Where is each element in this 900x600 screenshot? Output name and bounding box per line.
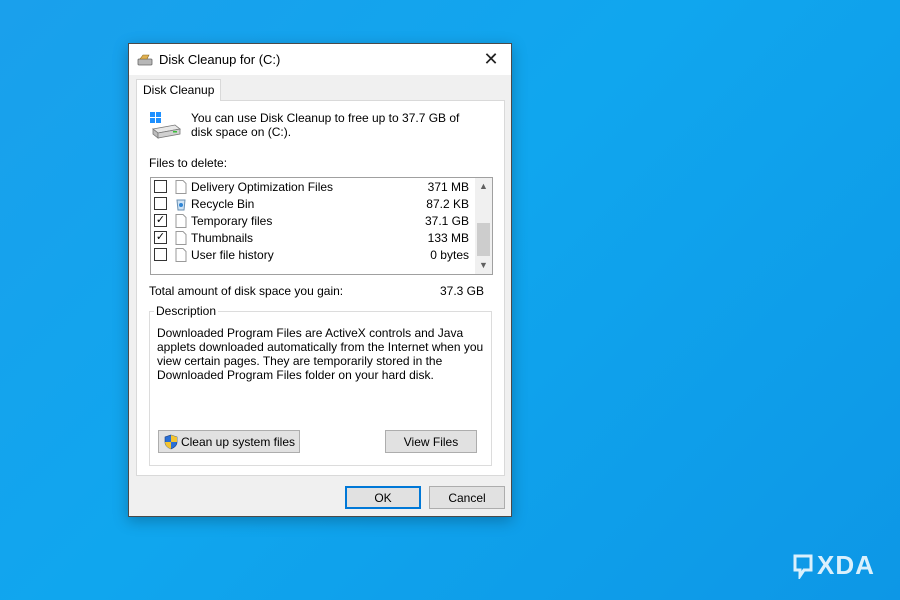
clean-up-system-files-button[interactable]: Clean up system files bbox=[158, 430, 300, 453]
list-item[interactable]: Recycle Bin 87.2 KB bbox=[151, 195, 474, 212]
item-size: 0 bytes bbox=[430, 247, 469, 262]
list-scrollbar[interactable]: ▲ ▼ bbox=[475, 178, 492, 274]
list-item[interactable]: ✓ Thumbnails 133 MB bbox=[151, 229, 474, 246]
header-text: You can use Disk Cleanup to free up to 3… bbox=[191, 111, 460, 139]
uac-shield-icon bbox=[164, 434, 178, 449]
tab-strip: Disk Cleanup bbox=[129, 75, 511, 101]
item-name: Thumbnails bbox=[191, 230, 254, 245]
xda-logo-icon bbox=[793, 554, 813, 579]
list-item[interactable]: ✓ Temporary files 37.1 GB bbox=[151, 212, 474, 229]
files-listbox[interactable]: Delivery Optimization Files 371 MB Recyc… bbox=[150, 177, 493, 275]
file-icon bbox=[175, 179, 187, 194]
view-files-button[interactable]: View Files bbox=[385, 430, 477, 453]
close-button[interactable]: ✕ bbox=[471, 44, 511, 75]
cancel-button[interactable]: Cancel bbox=[429, 486, 505, 509]
item-name: Temporary files bbox=[191, 213, 273, 228]
description-text: Downloaded Program Files are ActiveX con… bbox=[157, 326, 484, 382]
item-size: 371 MB bbox=[427, 179, 469, 194]
checkbox[interactable]: ✓ bbox=[154, 231, 167, 244]
item-name: Recycle Bin bbox=[191, 196, 255, 211]
list-item[interactable]: Delivery Optimization Files 371 MB bbox=[151, 178, 474, 195]
header-row: You can use Disk Cleanup to free up to 3… bbox=[149, 111, 481, 143]
file-icon bbox=[175, 247, 187, 262]
item-size: 133 MB bbox=[427, 230, 469, 245]
description-legend: Description bbox=[154, 304, 219, 318]
item-size: 37.1 GB bbox=[424, 213, 469, 228]
total-gain-value: 37.3 GB bbox=[439, 284, 484, 298]
checkbox[interactable] bbox=[154, 180, 167, 193]
list-item[interactable]: User file history 0 bytes bbox=[151, 246, 474, 263]
recycle-bin-icon bbox=[176, 199, 186, 210]
item-name: Delivery Optimization Files bbox=[191, 179, 334, 194]
clean-up-system-files-label: Clean up system files bbox=[180, 434, 296, 449]
item-name: User file history bbox=[191, 247, 274, 262]
files-to-delete-label: Files to delete: bbox=[149, 156, 228, 170]
tab-panel: You can use Disk Cleanup to free up to 3… bbox=[136, 100, 505, 476]
description-group: Description Downloaded Program Files are… bbox=[149, 304, 492, 466]
window-title: Disk Cleanup for (C:) bbox=[159, 52, 281, 67]
drive-icon bbox=[150, 112, 181, 139]
file-icon bbox=[175, 230, 187, 245]
xda-watermark-text: XDA bbox=[817, 550, 875, 580]
total-gain-label: Total amount of disk space you gain: bbox=[149, 284, 344, 298]
disk-cleanup-icon bbox=[137, 54, 153, 65]
xda-watermark: XDA bbox=[792, 550, 875, 581]
file-icon bbox=[175, 213, 187, 228]
disk-cleanup-window: Disk Cleanup for (C:) ✕ Disk Cleanup You… bbox=[128, 43, 512, 517]
scroll-down-icon[interactable]: ▼ bbox=[475, 257, 492, 274]
scroll-thumb[interactable] bbox=[477, 223, 490, 256]
tab-disk-cleanup[interactable]: Disk Cleanup bbox=[136, 79, 222, 101]
checkbox[interactable]: ✓ bbox=[154, 214, 167, 227]
checkbox[interactable] bbox=[154, 197, 167, 210]
item-size: 87.2 KB bbox=[426, 196, 469, 211]
scroll-up-icon[interactable]: ▲ bbox=[475, 178, 492, 195]
title-bar[interactable]: Disk Cleanup for (C:) ✕ bbox=[129, 44, 511, 75]
ok-button[interactable]: OK bbox=[345, 486, 421, 509]
checkbox[interactable] bbox=[154, 248, 167, 261]
